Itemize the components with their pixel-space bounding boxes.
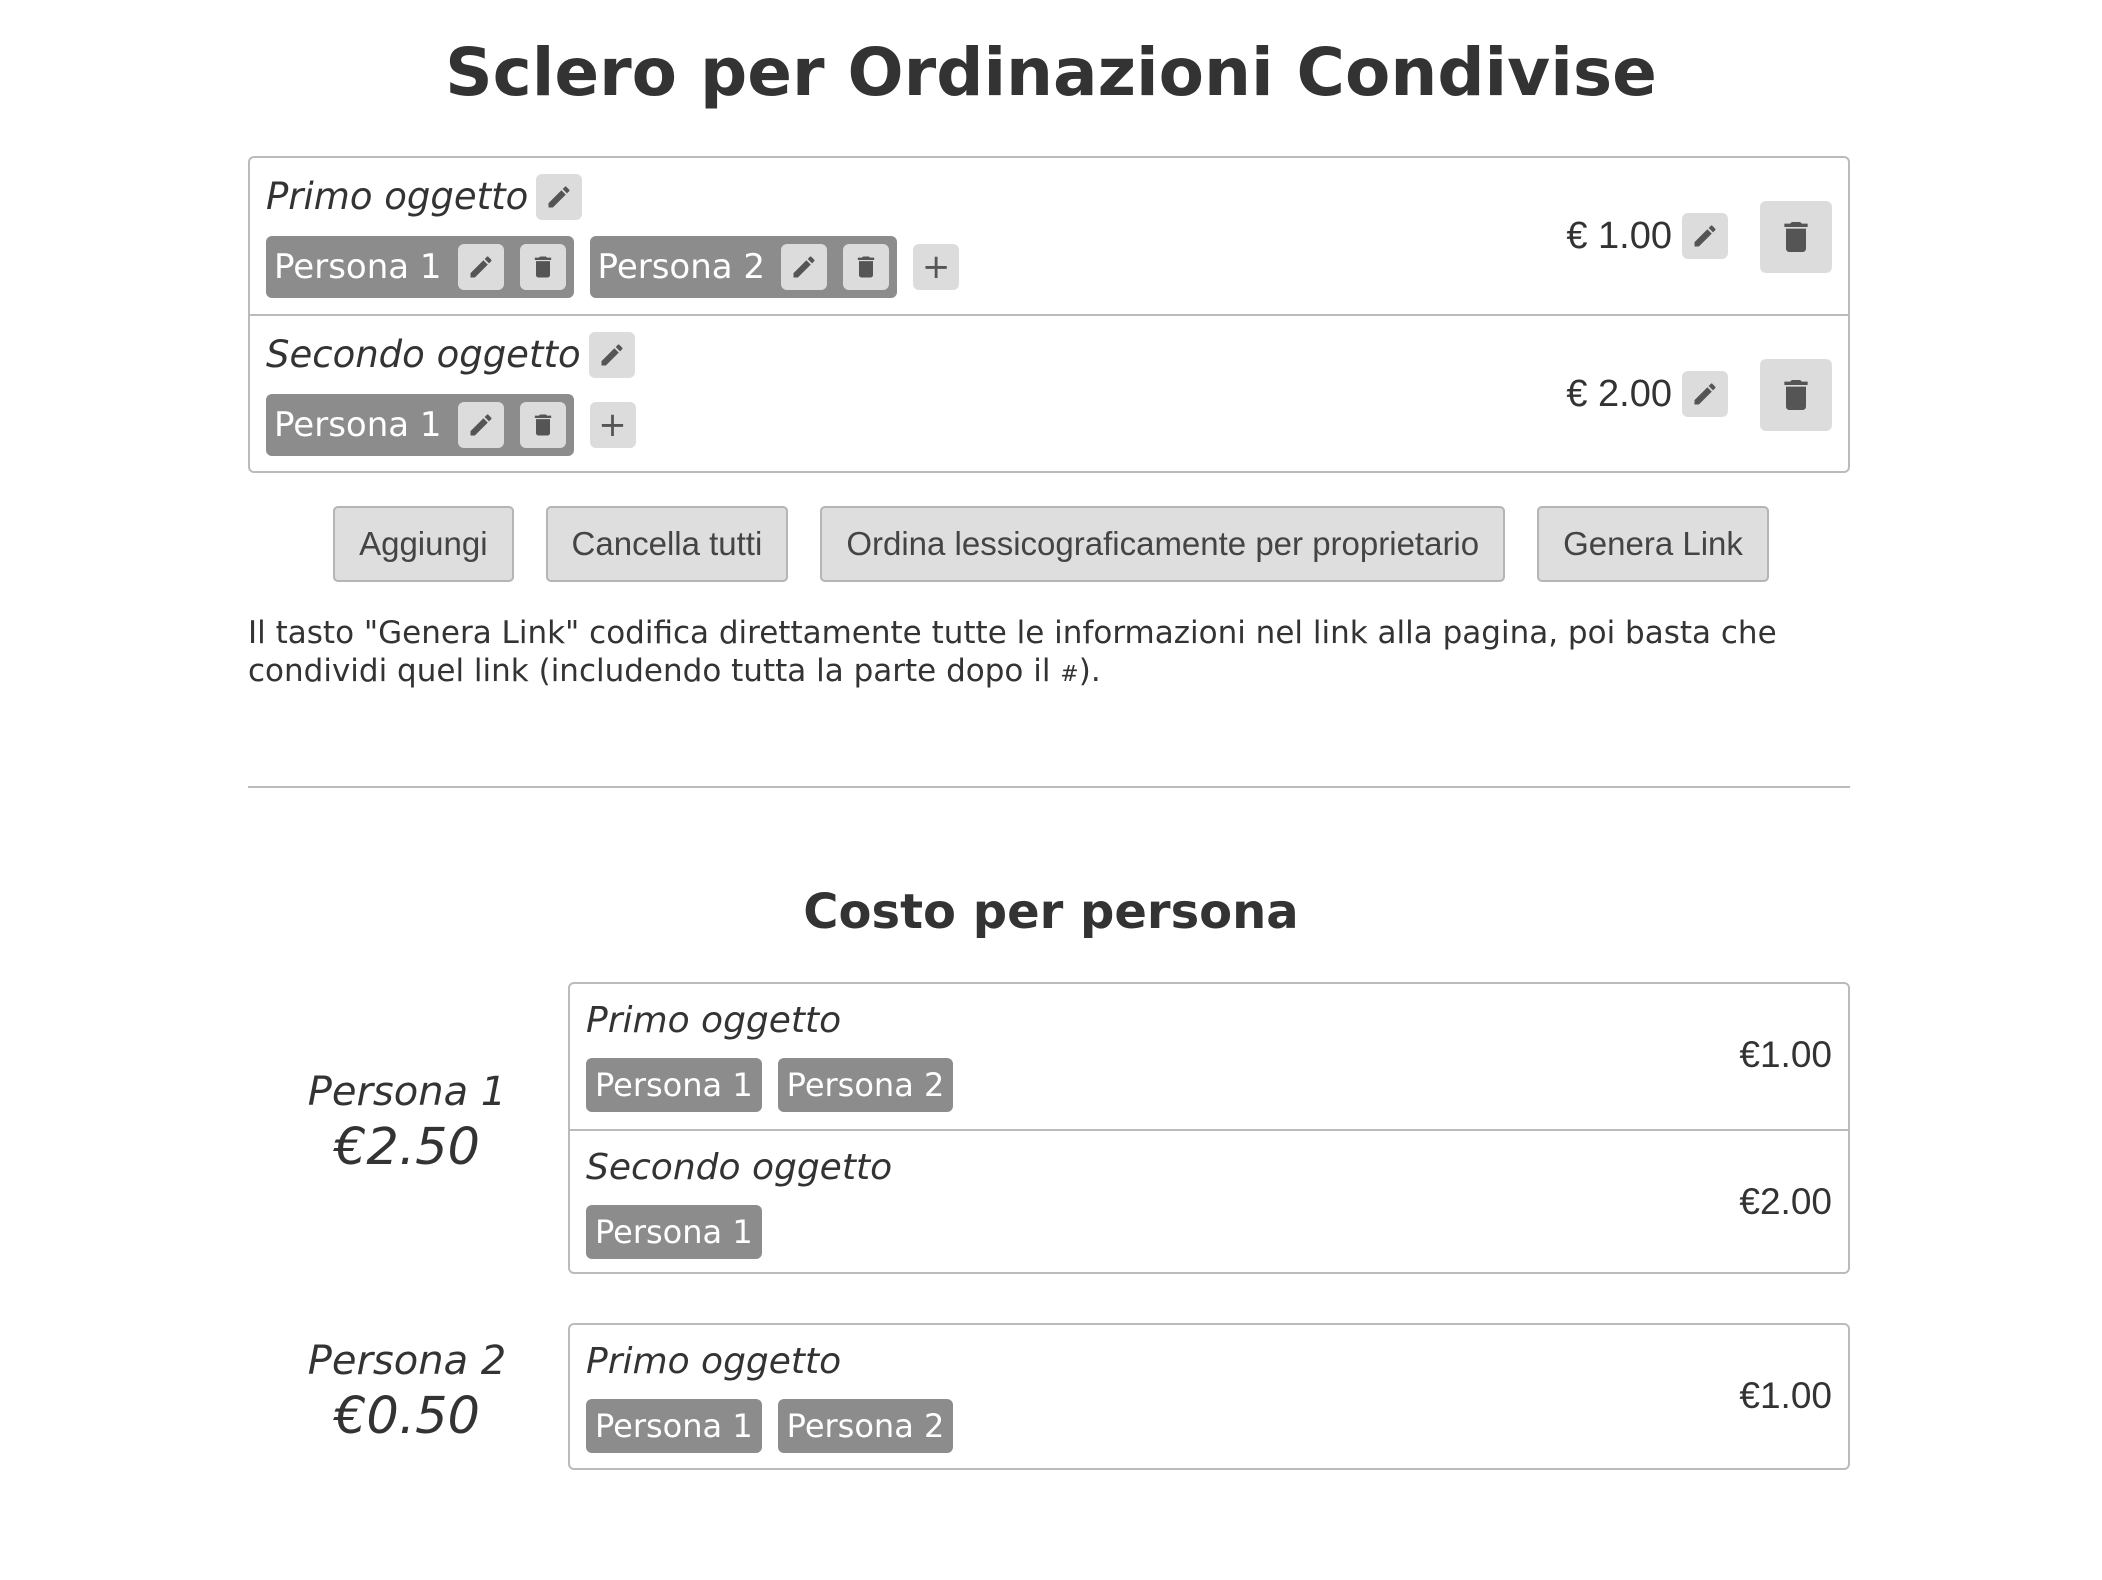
pencil-icon <box>598 341 626 369</box>
item-row: Secondo oggetto Persona 1 + € 2.00 <box>250 316 1848 473</box>
owner-tag: Persona 1 <box>266 236 574 298</box>
pencil-icon <box>545 183 573 211</box>
pencil-icon <box>790 253 818 281</box>
cost-item-name: Primo oggetto <box>586 1341 842 1382</box>
person-name: Persona 1 <box>307 1069 507 1115</box>
add-button[interactable]: Aggiungi <box>333 506 514 582</box>
generate-link-button[interactable]: Genera Link <box>1537 506 1769 582</box>
delete-owner-button[interactable] <box>843 244 890 290</box>
item-price: € 2.00 <box>1566 372 1672 415</box>
pencil-icon <box>467 411 495 439</box>
pencil-icon <box>1691 380 1719 408</box>
items-list: Primo oggetto Persona 1 Persona 2 + € 1.… <box>248 156 1850 473</box>
trash-icon <box>529 411 557 439</box>
add-owner-button[interactable]: + <box>589 402 636 448</box>
item-price: € 1.00 <box>1566 214 1672 257</box>
owner-name: Persona 1 <box>274 405 442 445</box>
item-row: Primo oggetto Persona 1 Persona 2 + € 1.… <box>250 158 1848 316</box>
trash-icon <box>1776 375 1816 415</box>
item-name: Secondo oggetto <box>266 333 581 376</box>
edit-owner-button[interactable] <box>457 402 504 448</box>
cost-price: €1.00 <box>1739 1375 1832 1416</box>
item-name: Primo oggetto <box>266 175 529 218</box>
pencil-icon <box>1691 222 1719 250</box>
owner-tag: Persona 1 <box>586 1399 762 1453</box>
person-cost-list: Primo oggetto Persona 1 Persona 2 €1.00 … <box>568 982 1850 1274</box>
owner-tag: Persona 2 <box>777 1399 954 1453</box>
trash-icon <box>1776 217 1816 257</box>
owner-name: Persona 1 <box>274 247 442 287</box>
owner-tag: Persona 2 <box>589 236 898 298</box>
info-text: Il tasto "Genera Link" codifica direttam… <box>248 615 1777 689</box>
edit-item-name-button[interactable] <box>588 332 635 378</box>
person-summary: Persona 2 €0.50 <box>248 1336 566 1448</box>
edit-price-button[interactable] <box>1682 371 1728 417</box>
divider <box>248 786 1850 788</box>
delete-item-button[interactable] <box>1760 201 1832 273</box>
owner-tags: Persona 1 Persona 2 + <box>266 236 960 298</box>
person-total: €0.50 <box>333 1387 480 1446</box>
delete-owner-button[interactable] <box>519 402 566 448</box>
cost-item-name: Primo oggetto <box>586 1000 842 1041</box>
delete-owner-button[interactable] <box>519 244 566 290</box>
trash-icon <box>852 253 880 281</box>
person-cost-list: Primo oggetto Persona 1 Persona 2 €1.00 <box>568 1323 1850 1470</box>
add-owner-button[interactable]: + <box>913 244 960 290</box>
edit-item-name-button[interactable] <box>536 174 583 220</box>
person-total: €2.50 <box>333 1118 480 1177</box>
cost-row: Primo oggetto Persona 1 Persona 2 €1.00 <box>570 984 1848 1129</box>
cost-price: €2.00 <box>1739 1181 1832 1222</box>
owner-tag: Persona 2 <box>777 1058 954 1112</box>
cost-row: Primo oggetto Persona 1 Persona 2 €1.00 <box>570 1325 1848 1470</box>
delete-item-button[interactable] <box>1760 359 1832 431</box>
owner-tag: Persona 1 <box>266 394 574 456</box>
edit-owner-button[interactable] <box>457 244 504 290</box>
trash-icon <box>529 253 557 281</box>
owner-tags: Persona 1 + <box>266 394 636 456</box>
cost-row: Secondo oggetto Persona 1 €2.00 <box>570 1129 1848 1274</box>
clear-all-button[interactable]: Cancella tutti <box>545 506 789 582</box>
cost-section-title: Costo per persona <box>803 884 1299 940</box>
person-name: Persona 2 <box>307 1338 507 1384</box>
edit-owner-button[interactable] <box>781 244 828 290</box>
person-summary: Persona 1 €2.50 <box>248 1067 566 1179</box>
edit-price-button[interactable] <box>1682 213 1728 259</box>
page-title: Sclero per Ordinazioni Condivise <box>445 34 1657 111</box>
owner-tag: Persona 1 <box>586 1205 762 1259</box>
cost-item-name: Secondo oggetto <box>586 1147 893 1188</box>
owner-name: Persona 2 <box>597 247 766 287</box>
pencil-icon <box>467 253 495 281</box>
cost-price: €1.00 <box>1739 1034 1832 1075</box>
owner-tag: Persona 1 <box>586 1058 762 1112</box>
action-bar: Aggiungi Cancella tutti Ordina lessicogr… <box>0 506 2102 582</box>
sort-by-owner-button[interactable]: Ordina lessicograficamente per proprieta… <box>820 506 1506 582</box>
